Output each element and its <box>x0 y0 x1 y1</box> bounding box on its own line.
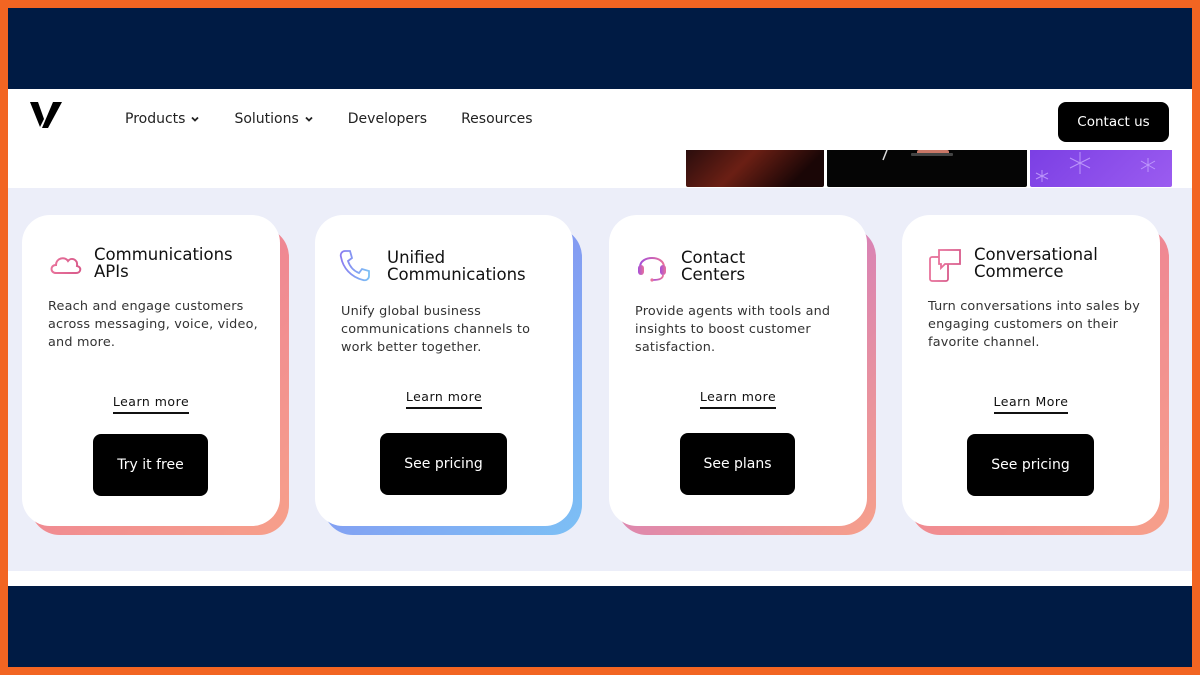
hero-image-3 <box>1030 150 1172 187</box>
card-title-line: Conversational <box>974 245 1098 264</box>
screenshot-frame: Products Solutions Developers Resources … <box>8 8 1192 667</box>
chat-commerce-icon <box>929 249 961 282</box>
try-it-free-button[interactable]: Try it free <box>93 434 208 496</box>
menu-item-label: Products <box>125 111 186 127</box>
card-title: Conversational Commerce <box>974 246 1098 280</box>
menu-item-products[interactable]: Products <box>125 111 200 127</box>
card-title: Unified Communications <box>387 249 526 283</box>
card-title-line: Contact <box>681 248 746 267</box>
card-title-line: APIs <box>94 262 129 281</box>
main-menu: Products Solutions Developers Resources <box>125 111 567 127</box>
learn-more-link[interactable]: Learn more <box>22 394 280 414</box>
product-card-conversational-commerce: Conversational Commerce Turn conversatio… <box>902 215 1169 535</box>
product-card-unified-communications: Unified Communications Unify global busi… <box>315 215 582 535</box>
menu-item-solutions[interactable]: Solutions <box>234 111 313 127</box>
menu-item-resources[interactable]: Resources <box>461 111 533 127</box>
card-description: Provide agents with tools and insights t… <box>635 304 831 355</box>
learn-more-label: Learn more <box>112 394 190 414</box>
learn-more-link[interactable]: Learn more <box>315 389 573 409</box>
headset-icon <box>638 257 666 282</box>
learn-more-label: Learn more <box>699 389 777 409</box>
logo-icon[interactable] <box>28 99 64 131</box>
snowflake-graphic <box>1035 152 1156 182</box>
hero-image-2 <box>827 149 1027 187</box>
card-description: Unify global business communications cha… <box>341 304 531 355</box>
chevron-down-icon <box>305 116 313 122</box>
hero-image-1 <box>686 150 824 187</box>
card-body: Unified Communications Unify global busi… <box>315 215 573 526</box>
menu-item-label: Solutions <box>234 111 299 127</box>
learn-more-label: Learn More <box>993 394 1069 414</box>
see-pricing-button[interactable]: See pricing <box>967 434 1094 496</box>
card-title-line: Communications <box>387 265 526 284</box>
card-body: Communications APIs Reach and engage cus… <box>22 215 280 526</box>
phone-screen-graphic <box>882 149 953 161</box>
card-description: Turn conversations into sales by engagin… <box>928 299 1140 350</box>
card-description: Reach and engage customers across messag… <box>48 299 258 350</box>
top-navigation: Products Solutions Developers Resources … <box>8 89 1192 150</box>
learn-more-link[interactable]: Learn more <box>609 389 867 409</box>
see-pricing-button[interactable]: See pricing <box>380 433 507 495</box>
card-title-line: Unified <box>387 248 446 267</box>
products-section: Communications APIs Reach and engage cus… <box>8 188 1192 571</box>
see-plans-button[interactable]: See plans <box>680 433 795 495</box>
card-title: Communications APIs <box>94 246 233 280</box>
phone-icon <box>339 250 370 282</box>
menu-item-label: Resources <box>461 111 533 127</box>
product-card-communications-apis: Communications APIs Reach and engage cus… <box>22 215 289 535</box>
learn-more-label: Learn more <box>405 389 483 409</box>
card-title-line: Communications <box>94 245 233 264</box>
card-body: Contact Centers Provide agents with tool… <box>609 215 867 526</box>
card-title-line: Centers <box>681 265 746 284</box>
product-card-contact-centers: Contact Centers Provide agents with tool… <box>609 215 876 535</box>
website: Products Solutions Developers Resources … <box>8 89 1192 586</box>
menu-item-label: Developers <box>347 111 428 127</box>
card-body: Conversational Commerce Turn conversatio… <box>902 215 1160 526</box>
hero-image-strip <box>686 149 1174 187</box>
contact-us-button[interactable]: Contact us <box>1058 102 1169 142</box>
card-title: Contact Centers <box>681 249 745 283</box>
card-title-line: Commerce <box>974 262 1064 281</box>
chevron-down-icon <box>191 116 200 122</box>
menu-item-developers[interactable]: Developers <box>348 111 427 127</box>
learn-more-link[interactable]: Learn More <box>902 394 1160 414</box>
cloud-icon <box>50 257 82 274</box>
